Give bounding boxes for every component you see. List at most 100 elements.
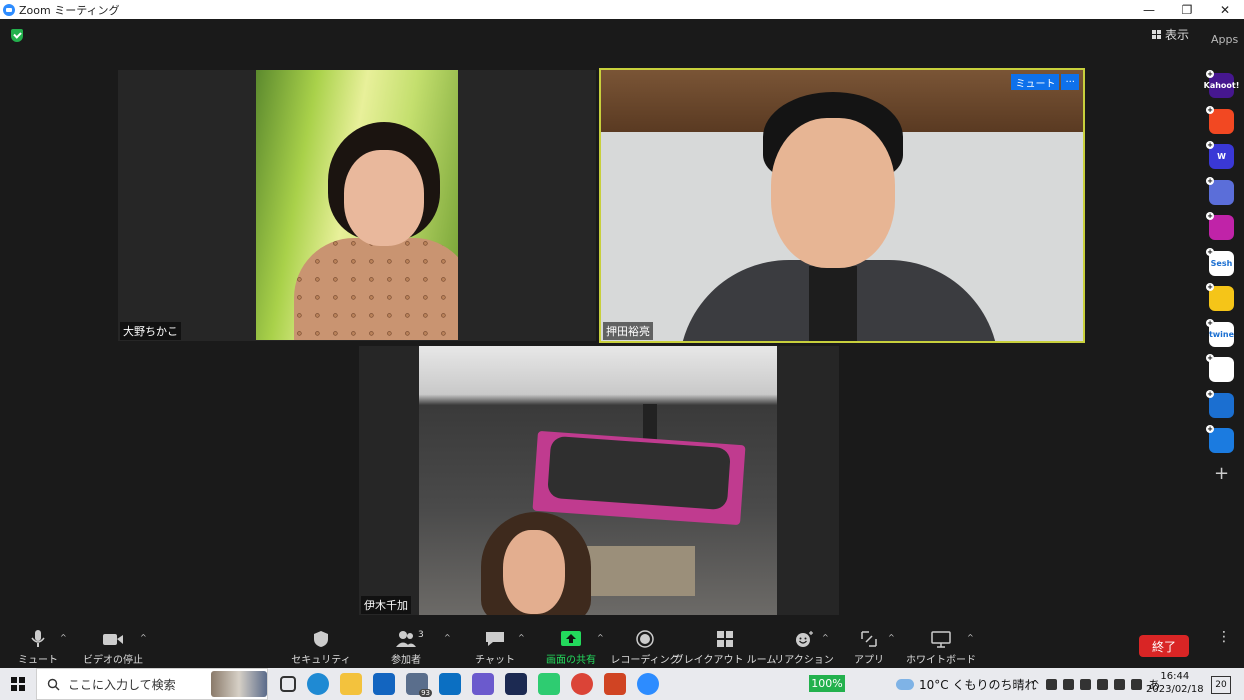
apps-toolbar-label: アプリ (854, 655, 884, 666)
tile-mute-button[interactable]: ミュート (1011, 74, 1060, 90)
app-label: Sesh (1210, 258, 1233, 268)
store-icon[interactable] (373, 673, 395, 695)
apps-options-caret[interactable]: ^ (888, 633, 895, 642)
app-icon-1[interactable]: Kahoot! + (1204, 70, 1239, 98)
microphone-icon (31, 630, 45, 647)
apps-button[interactable]: アプリ (854, 627, 884, 668)
app-icon-8[interactable]: twine + (1206, 318, 1234, 347)
add-plus-icon[interactable]: + (1206, 176, 1214, 185)
stop-video-label: ビデオの停止 (83, 655, 143, 666)
app-icon-11[interactable]: + (1206, 425, 1234, 453)
add-plus-icon[interactable]: + (1206, 105, 1214, 114)
add-app-icon[interactable]: + (1214, 465, 1229, 483)
mute-button[interactable]: ミュート (18, 627, 58, 668)
add-plus-icon[interactable]: + (1206, 70, 1214, 78)
taskbar-clock[interactable]: 16:44 2023/02/18 (1146, 670, 1204, 696)
app-icon-10[interactable]: + (1206, 389, 1234, 418)
l-app-icon[interactable] (439, 673, 461, 695)
participant-3-video (419, 346, 777, 615)
add-plus-icon[interactable]: + (1206, 212, 1214, 220)
share-options-caret[interactable]: ^ (597, 633, 604, 642)
record-button[interactable]: レコーディング (610, 627, 680, 668)
powerpoint-icon[interactable] (604, 673, 626, 695)
cloud-weather-icon (896, 679, 914, 690)
participant-name: 伊木千加 (361, 596, 411, 614)
participants-options-caret[interactable]: ^ (444, 633, 451, 642)
battery-icon[interactable] (1114, 679, 1126, 690)
whiteboard-options-caret[interactable]: ^ (967, 633, 974, 642)
whiteboard-button[interactable]: ホワイトボード (906, 627, 976, 668)
whiteboard-icon (931, 631, 951, 648)
add-plus-icon[interactable]: + (1206, 389, 1214, 398)
restore-button[interactable]: ❐ (1168, 0, 1206, 19)
breakout-rooms-button[interactable]: ブレイクアウト ルーム (674, 627, 776, 668)
app-icon-2[interactable]: + (1206, 105, 1234, 134)
search-placeholder: ここに入力して検索 (68, 677, 176, 692)
close-button[interactable]: ✕ (1206, 0, 1244, 19)
audio-options-caret[interactable]: ^ (60, 633, 67, 642)
line-icon[interactable] (538, 673, 560, 695)
search-icon (47, 678, 60, 690)
mail-icon[interactable]: 93 (406, 673, 432, 697)
participants-label: 参加者 (391, 655, 421, 666)
app-icon-4[interactable]: + (1206, 176, 1234, 205)
video-tile-3[interactable]: 伊木千加 (359, 346, 839, 615)
taskbar-search[interactable]: ここに入力して検索 (36, 668, 268, 700)
zoom-level-indicator[interactable]: 100% (809, 675, 845, 692)
security-button[interactable]: セキュリティ (291, 627, 351, 668)
chat-button[interactable]: チャット (475, 627, 515, 668)
system-tray: ^ あ (1030, 676, 1160, 693)
app-icon-3[interactable]: W + (1206, 141, 1234, 169)
file-explorer-icon[interactable] (340, 673, 362, 695)
video-tile-2[interactable]: ミュート ··· 押田裕亮 (599, 68, 1085, 343)
network-icon[interactable] (1080, 679, 1092, 690)
end-meeting-button[interactable]: 終了 (1139, 635, 1189, 657)
share-screen-icon (561, 631, 581, 646)
add-plus-icon[interactable]: + (1206, 425, 1214, 433)
notification-center-icon[interactable]: 20 (1211, 676, 1231, 694)
start-button[interactable] (0, 668, 36, 700)
task-view-icon[interactable] (280, 676, 296, 692)
reactions-label: リアクション (774, 655, 834, 666)
video-camera-icon (103, 634, 123, 645)
add-plus-icon[interactable]: + (1206, 318, 1214, 327)
video-tile-1[interactable]: 大野ちかこ (118, 70, 596, 341)
zoom-taskbar-icon[interactable] (637, 673, 659, 695)
reactions-button[interactable]: リアクション (774, 627, 834, 668)
view-button[interactable]: 表示 (1152, 26, 1189, 43)
encryption-shield-icon[interactable] (11, 29, 23, 42)
stop-video-button[interactable]: ビデオの停止 (83, 627, 143, 668)
app-icon-7[interactable]: + (1206, 283, 1234, 311)
window-title: Zoom ミーティング (19, 3, 120, 17)
edge-browser-icon[interactable] (307, 673, 329, 695)
video-options-caret[interactable]: ^ (140, 633, 147, 642)
title-bar: Zoom ミーティング — ❐ ✕ (0, 0, 1244, 19)
camera-tray-icon[interactable] (1097, 679, 1109, 690)
add-plus-icon[interactable]: + (1206, 283, 1214, 291)
add-plus-icon[interactable]: + (1206, 247, 1214, 256)
volume-icon[interactable] (1131, 679, 1143, 690)
reactions-options-caret[interactable]: ^ (822, 633, 829, 642)
tile-more-button[interactable]: ··· (1061, 74, 1079, 90)
app-icon-5[interactable]: + (1206, 212, 1234, 240)
minimize-button[interactable]: — (1130, 0, 1168, 19)
tray-chevron-icon[interactable]: ^ (1030, 678, 1040, 692)
more-options-icon[interactable]: ⋮ (1217, 629, 1231, 645)
apps-icon (861, 631, 877, 647)
participants-icon (396, 631, 416, 647)
security-shield-icon (314, 631, 328, 647)
add-plus-icon[interactable]: + (1206, 354, 1214, 362)
chrome-icon[interactable] (571, 673, 593, 695)
terminal-icon[interactable] (505, 673, 527, 695)
add-plus-icon[interactable]: + (1206, 141, 1214, 149)
share-screen-button[interactable]: 画面の共有 (544, 627, 598, 668)
app-icon[interactable] (472, 673, 494, 695)
app-icon-6[interactable]: Sesh + (1206, 247, 1234, 276)
cloud-sync-icon[interactable] (1046, 679, 1058, 690)
weather-widget[interactable]: 10°C くもりのち晴れ (896, 676, 1036, 693)
app-icon-9[interactable]: + (1206, 354, 1234, 382)
breakout-rooms-icon (717, 631, 733, 647)
chat-options-caret[interactable]: ^ (518, 633, 525, 642)
participant-name: 押田裕亮 (603, 322, 653, 340)
usb-icon[interactable] (1063, 679, 1075, 690)
